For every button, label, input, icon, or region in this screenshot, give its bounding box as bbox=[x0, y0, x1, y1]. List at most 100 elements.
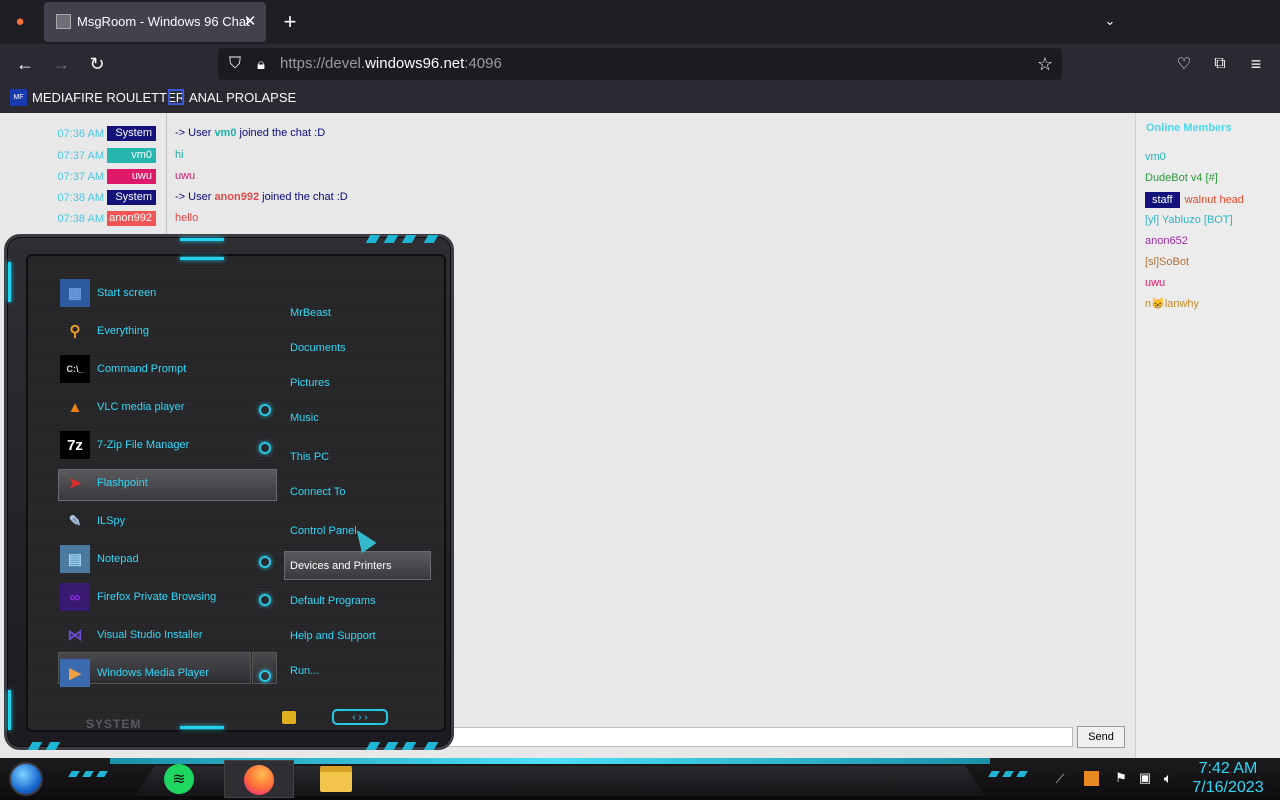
vs-installer-icon: ⋈ bbox=[67, 627, 83, 644]
message-user-badge[interactable]: System bbox=[107, 190, 156, 205]
submenu-arrow-icon[interactable] bbox=[259, 670, 271, 682]
start-menu-place-7[interactable]: Devices and Printers bbox=[290, 560, 392, 572]
clock-date[interactable]: 7/16/2023 bbox=[1188, 779, 1268, 797]
chat-message-input[interactable] bbox=[440, 727, 1073, 747]
member-item[interactable]: [sl]SoBot bbox=[1145, 255, 1189, 269]
firefox-icon[interactable]: ● bbox=[10, 11, 30, 31]
member-item[interactable]: vm0 bbox=[1145, 150, 1166, 164]
file-explorer-icon[interactable] bbox=[320, 766, 352, 792]
message-text-post: joined the chat :D bbox=[259, 191, 348, 203]
list-tabs-chevron-icon[interactable]: ⌄ bbox=[1100, 11, 1120, 31]
start-menu-side-accent bbox=[8, 262, 11, 302]
submenu-arrow-icon[interactable] bbox=[259, 442, 271, 454]
start-menu-item-1[interactable]: Everything bbox=[97, 325, 149, 337]
tray-expand-icon[interactable]: ⟋ bbox=[1050, 770, 1070, 788]
bookmark-label: MEDIAFIRE ROULETTER bbox=[32, 90, 186, 105]
message-user-badge[interactable]: vm0 bbox=[107, 148, 156, 163]
shield-icon[interactable]: ⛉ bbox=[224, 53, 246, 75]
start-orb-button[interactable] bbox=[9, 762, 43, 796]
submenu-arrow-icon[interactable] bbox=[259, 594, 271, 606]
start-menu-item-7[interactable]: Notepad bbox=[97, 553, 139, 565]
extensions-icon[interactable]: ⧉ bbox=[1209, 53, 1231, 75]
taskbar-firefox-button[interactable] bbox=[224, 760, 294, 798]
message-user-badge[interactable]: anon992 bbox=[107, 211, 156, 226]
start-menu-place-5[interactable]: Connect To bbox=[290, 486, 345, 498]
bookmark-item-mediafire[interactable]: MF MEDIAFIRE ROULETTER bbox=[10, 89, 185, 106]
start-menu-item-0[interactable]: Start screen bbox=[97, 287, 156, 299]
system-footer-label: SYSTEM bbox=[86, 717, 142, 731]
start-menu-place-3[interactable]: Music bbox=[290, 412, 319, 424]
start-menu-item-9[interactable]: Visual Studio Installer bbox=[97, 629, 203, 641]
member-name: [sl]SoBot bbox=[1145, 256, 1190, 268]
start-menu-place-4[interactable]: This PC bbox=[290, 451, 329, 463]
browser-tab-active[interactable]: MsgRoom - Windows 96 Chat ✕ bbox=[44, 2, 266, 42]
back-arrow-icon[interactable]: ← bbox=[14, 53, 36, 75]
ilspy-icon: ✎ bbox=[68, 513, 82, 530]
tab-close-icon[interactable]: ✕ bbox=[241, 12, 259, 30]
start-menu-place-10[interactable]: Run... bbox=[290, 665, 319, 677]
message-text-pre: hello bbox=[175, 212, 199, 224]
member-item[interactable]: staff walnut head bbox=[1145, 192, 1244, 208]
message-user-badge[interactable]: uwu bbox=[107, 169, 156, 184]
message-text-user[interactable]: vm0 bbox=[214, 127, 236, 139]
message-text: -> User vm0 joined the chat :D bbox=[175, 127, 325, 139]
message-time: 07:38 AM bbox=[57, 192, 104, 204]
send-button[interactable]: Send bbox=[1077, 726, 1125, 748]
start-menu-item-6[interactable]: ILSpy bbox=[97, 515, 125, 527]
message-text-user[interactable]: anon992 bbox=[214, 191, 259, 203]
url-port: :4096 bbox=[464, 55, 502, 72]
shutdown-arrows-icon[interactable]: ‹ › › bbox=[332, 709, 388, 725]
start-menu-item-10[interactable]: Windows Media Player bbox=[97, 667, 209, 679]
start-menu-place-0[interactable]: MrBeast bbox=[290, 307, 331, 319]
member-item[interactable]: n😸lanwhy bbox=[1145, 297, 1199, 311]
member-name: uwu bbox=[1145, 277, 1166, 289]
bookmark-favicon-icon bbox=[168, 89, 184, 105]
member-item[interactable]: uwu bbox=[1145, 276, 1165, 290]
mediafire-icon: MF bbox=[10, 89, 27, 106]
member-item[interactable]: anon652 bbox=[1145, 234, 1188, 248]
message-text-post: joined the chat :D bbox=[236, 127, 326, 139]
network-icon[interactable]: ▣ bbox=[1136, 769, 1154, 787]
action-center-flag-icon[interactable]: ⚑ bbox=[1112, 769, 1130, 787]
message-user-badge[interactable]: System bbox=[107, 126, 156, 141]
message-time: 07:36 AM bbox=[57, 128, 104, 140]
start-menu-place-6[interactable]: Control Panel bbox=[290, 525, 357, 537]
volume-icon[interactable]: 🔈︎ bbox=[1159, 769, 1177, 787]
member-name: n😸lanwhy bbox=[1145, 298, 1200, 310]
reload-icon[interactable]: ↻ bbox=[86, 53, 108, 75]
submenu-arrow-icon[interactable] bbox=[259, 404, 271, 416]
submenu-arrow-icon[interactable] bbox=[259, 556, 271, 568]
start-menu-place-1[interactable]: Documents bbox=[290, 342, 346, 354]
start-menu-item-8[interactable]: Firefox Private Browsing bbox=[97, 591, 216, 603]
member-name: DudeBot v4 [#] bbox=[1145, 172, 1218, 184]
lock-icon[interactable]: 🔒︎ bbox=[251, 53, 271, 75]
start-menu-item-4[interactable]: 7-Zip File Manager bbox=[97, 439, 189, 451]
message-text: hi bbox=[175, 149, 184, 161]
member-item[interactable]: [yl] Yabluzo [BOT] bbox=[1145, 213, 1233, 227]
url-text[interactable]: https://devel.windows96.net:4096 bbox=[280, 55, 502, 72]
start-menu-place-8[interactable]: Default Programs bbox=[290, 595, 376, 607]
member-item[interactable]: DudeBot v4 [#] bbox=[1145, 171, 1218, 185]
tray-app-icon[interactable] bbox=[1084, 771, 1099, 786]
spotify-icon[interactable]: ≋ bbox=[164, 764, 194, 794]
member-name: walnut head bbox=[1184, 194, 1244, 206]
power-options-icon[interactable] bbox=[282, 711, 296, 724]
menu-hamburger-icon[interactable]: ≡ bbox=[1245, 53, 1267, 75]
start-menu-item-3[interactable]: VLC media player bbox=[97, 401, 184, 413]
bookmark-star-icon[interactable]: ☆ bbox=[1034, 53, 1056, 75]
forward-arrow-icon[interactable]: → bbox=[50, 53, 72, 75]
clock-time[interactable]: 7:42 AM bbox=[1188, 760, 1268, 778]
start-menu-item-5[interactable]: Flashpoint bbox=[97, 477, 148, 489]
url-prefix: https://devel. bbox=[280, 55, 366, 72]
bookmark-item-prolapse[interactable]: ANAL PROLAPSE bbox=[168, 89, 296, 105]
url-bar[interactable]: ⛉ 🔒︎ https://devel.windows96.net:4096 ☆ bbox=[218, 48, 1062, 80]
tab-title: MsgRoom - Windows 96 Chat bbox=[77, 14, 250, 29]
pocket-icon[interactable]: ♡ bbox=[1173, 53, 1195, 75]
member-role-badge: staff bbox=[1145, 192, 1180, 208]
start-menu-top-accent bbox=[180, 257, 224, 260]
message-text: uwu bbox=[175, 170, 195, 182]
start-menu-place-2[interactable]: Pictures bbox=[290, 377, 330, 389]
start-menu-place-9[interactable]: Help and Support bbox=[290, 630, 376, 642]
new-tab-icon[interactable]: + bbox=[279, 9, 301, 34]
start-menu-item-2[interactable]: Command Prompt bbox=[97, 363, 186, 375]
